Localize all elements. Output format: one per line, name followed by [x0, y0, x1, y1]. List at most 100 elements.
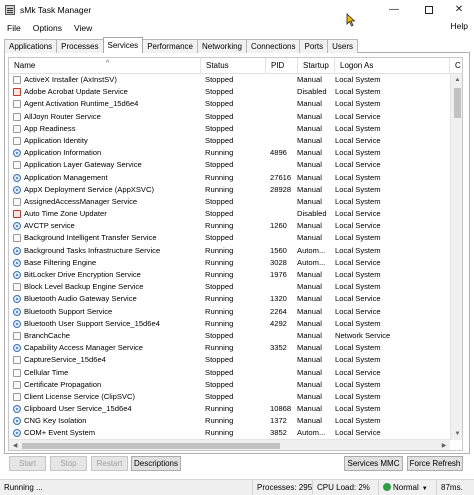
- scroll-down-icon[interactable]: ▼: [451, 428, 462, 440]
- service-logon: Local Service: [335, 160, 381, 170]
- status-processes: Processes: 295: [252, 480, 312, 495]
- service-startup: Manual: [297, 196, 322, 206]
- table-row[interactable]: Application Information Running 4896 Manual…: [9, 147, 455, 159]
- table-row[interactable]: Adobe Acrobat Update Service Stopped Disab…: [9, 86, 455, 98]
- running-service-icon: [13, 222, 21, 231]
- status-refresh-time: 87ms.: [436, 480, 474, 495]
- close-button[interactable]: ✕: [444, 0, 474, 19]
- stopped-service-icon: [13, 161, 21, 170]
- service-name: CaptureService_15d6e4: [24, 355, 106, 365]
- service-startup: Manual: [297, 367, 322, 377]
- restart-button[interactable]: Restart: [91, 456, 128, 471]
- service-status: Running: [205, 343, 234, 353]
- table-row[interactable]: Agent Activation Runtime_15d6e4 Stopped Ma…: [9, 98, 455, 110]
- tab-processes[interactable]: Processes: [56, 39, 104, 53]
- table-row[interactable]: Block Level Backup Engine Service Stopped…: [9, 281, 455, 293]
- service-status: Running: [205, 270, 234, 279]
- disabled-service-icon: [13, 210, 21, 219]
- table-row[interactable]: Background Intelligent Transfer Service S…: [9, 232, 455, 244]
- horizontal-scrollbar[interactable]: ◀ ▶: [9, 439, 450, 450]
- tab-networking[interactable]: Networking: [196, 39, 247, 53]
- running-service-icon: [13, 246, 21, 255]
- table-row[interactable]: BranchCacheStoppedManualNetwork ServiceC: [9, 330, 455, 342]
- table-row[interactable]: Application Identity Stopped Manual Local S…: [9, 135, 455, 147]
- table-row[interactable]: Application Management Running 27616 Manual…: [9, 172, 455, 184]
- column-header-pid[interactable]: PID: [266, 58, 298, 74]
- tab-applications[interactable]: Applications: [4, 39, 58, 53]
- tab-ports[interactable]: Ports: [299, 39, 329, 53]
- service-startup: Manual: [297, 135, 322, 145]
- vertical-scroll-thumb[interactable]: [454, 88, 461, 118]
- vertical-scrollbar[interactable]: ▲ ▼: [450, 74, 462, 440]
- tab-performance[interactable]: Performance: [142, 39, 198, 53]
- table-row[interactable]: Base Filtering Engine Running 3028 Autom...…: [9, 257, 455, 269]
- services-mmc-button[interactable]: Services MMC: [344, 456, 403, 471]
- stop-button[interactable]: Stop: [50, 456, 87, 471]
- start-button[interactable]: Start: [9, 456, 46, 471]
- table-row[interactable]: Client License Service (ClipSVC) Stopped M…: [9, 391, 455, 403]
- tab-users[interactable]: Users: [327, 39, 359, 53]
- service-logon: Local Service: [335, 428, 381, 438]
- column-header-extra[interactable]: C: [450, 58, 462, 74]
- priority-dropdown[interactable]: Normal ▼: [378, 480, 434, 495]
- table-row[interactable]: AllJoyn Router Service Stopped Manual Local…: [9, 111, 455, 123]
- table-row[interactable]: BitLocker Drive Encryption Service Runnin…: [9, 269, 455, 281]
- menu-help[interactable]: Help: [451, 21, 468, 31]
- table-row[interactable]: AssignedAccessManager Service Stopped Manu…: [9, 196, 455, 208]
- table-row[interactable]: ActiveX Installer (AxInstSV) Stopped Manua…: [9, 74, 455, 86]
- table-row[interactable]: Bluetooth User Support Service_15d6e4 Run…: [9, 318, 455, 330]
- force-refresh-button[interactable]: Force Refresh: [407, 456, 463, 471]
- scroll-up-icon[interactable]: ▲: [451, 74, 462, 86]
- table-row[interactable]: Application Layer Gateway Service Stopped…: [9, 159, 455, 171]
- menu-bar: File Options View Help: [0, 19, 474, 36]
- services-list[interactable]: Name ^ Status PID Startup Logon As C Acti…: [8, 57, 463, 451]
- column-header-status[interactable]: Status: [201, 58, 266, 74]
- menu-view[interactable]: View: [69, 23, 97, 33]
- table-row[interactable]: Certificate Propagation Stopped Manual Loca…: [9, 379, 455, 391]
- table-row[interactable]: Bluetooth Support Service Running 2264 Manu…: [9, 306, 455, 318]
- service-status: Running: [205, 257, 234, 267]
- menu-options[interactable]: Options: [28, 23, 67, 33]
- maximize-icon: [425, 5, 433, 14]
- table-row[interactable]: Auto Time Zone Updater Stopped Disabled Loc…: [9, 208, 455, 220]
- descriptions-button[interactable]: Descriptions: [131, 456, 181, 471]
- scroll-right-icon[interactable]: ▶: [438, 440, 450, 450]
- service-pid: 4896: [270, 148, 287, 158]
- table-row[interactable]: CNG Key Isolation Running 1372 Manual Local …: [9, 415, 455, 427]
- maximize-button[interactable]: [414, 0, 444, 19]
- table-row[interactable]: COM+ Event System Running 3852 Autom... Loca…: [9, 427, 455, 439]
- service-name: Application Identity: [24, 135, 88, 145]
- table-row[interactable]: Capability Access Manager Service Running…: [9, 342, 455, 354]
- status-state: Running ...: [4, 483, 43, 492]
- service-logon: Local Service: [335, 294, 381, 304]
- service-pid: [270, 74, 300, 86]
- table-row[interactable]: CaptureService_15d6e4 Stopped Manual Local …: [9, 354, 455, 366]
- service-status: Running: [205, 245, 234, 255]
- table-row[interactable]: AVCTP service Running 1260 Manual Local Serv…: [9, 220, 455, 232]
- service-logon: Local System: [335, 87, 381, 97]
- stopped-service-icon: [13, 283, 21, 292]
- table-row[interactable]: App ReadinessStoppedManualLocal SystemC: [9, 123, 455, 135]
- table-row[interactable]: AppX Deployment Service (AppXSVC) Running…: [9, 184, 455, 196]
- table-row[interactable]: Bluetooth Audio Gateway Service Running 13…: [9, 293, 455, 305]
- service-startup: Manual: [297, 306, 322, 316]
- horizontal-scroll-thumb[interactable]: [22, 443, 280, 449]
- service-startup: Manual: [297, 282, 322, 292]
- service-status: Stopped: [205, 233, 234, 243]
- menu-file[interactable]: File: [2, 23, 26, 33]
- service-status: Running: [205, 148, 234, 158]
- service-logon: Local System: [335, 196, 381, 206]
- column-header-startup[interactable]: Startup: [298, 58, 335, 74]
- table-row[interactable]: Cellular TimeStoppedManualLocal ServiceC: [9, 367, 455, 379]
- tab-services[interactable]: Services: [102, 37, 144, 53]
- tab-connections[interactable]: Connections: [246, 39, 301, 53]
- column-header-name[interactable]: Name ^: [9, 58, 201, 74]
- table-row[interactable]: Background Tasks Infrastructure Service R…: [9, 245, 455, 257]
- table-row[interactable]: Clipboard User Service_15d6e4 Running 1086…: [9, 403, 455, 415]
- column-header-logon[interactable]: Logon As: [335, 58, 450, 74]
- stopped-service-icon: [13, 124, 21, 133]
- scroll-left-icon[interactable]: ◀: [9, 440, 21, 450]
- service-logon: Local System: [335, 416, 381, 426]
- minimize-button[interactable]: —: [379, 0, 409, 19]
- service-name: CNG Key Isolation: [24, 416, 87, 426]
